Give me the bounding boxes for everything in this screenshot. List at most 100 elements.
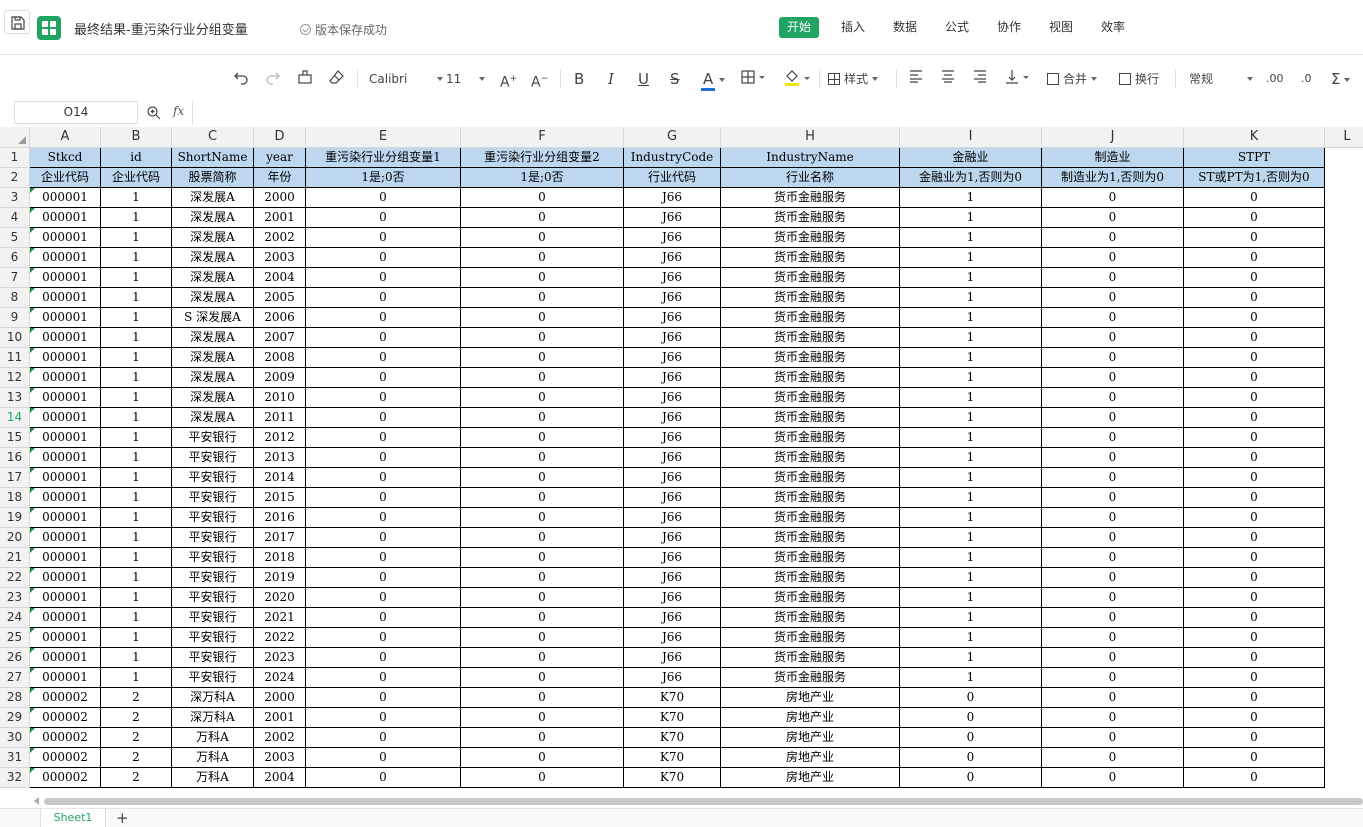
table-cell[interactable]: 0 [1042, 408, 1184, 428]
table-cell[interactable]: J66 [624, 628, 721, 648]
table-cell[interactable]: 2022 [254, 628, 306, 648]
table-cell[interactable]: 0 [1042, 188, 1184, 208]
horizontal-scrollbar[interactable] [34, 796, 1363, 806]
table-cell[interactable]: 0 [306, 408, 461, 428]
table-cell[interactable]: 2 [101, 768, 172, 788]
table-cell[interactable]: 1 [900, 668, 1042, 688]
table-cell[interactable]: 000001 [30, 648, 101, 668]
table-cell[interactable]: 0 [461, 488, 624, 508]
table-cell[interactable]: 000001 [30, 488, 101, 508]
table-cell[interactable]: 0 [461, 268, 624, 288]
table-cell[interactable]: J66 [624, 508, 721, 528]
table-cell[interactable]: 平安银行 [172, 668, 254, 688]
zoom-icon[interactable] [146, 105, 162, 125]
table-cell[interactable]: 0 [1042, 208, 1184, 228]
table-cell[interactable]: 房地产业 [721, 708, 900, 728]
row-header[interactable]: 25 [0, 628, 30, 648]
table-cell[interactable]: 1 [900, 608, 1042, 628]
table-cell[interactable]: 平安银行 [172, 568, 254, 588]
table-cell[interactable]: 1 [900, 628, 1042, 648]
header-cell[interactable]: IndustryCode [624, 148, 721, 168]
table-cell[interactable]: 000001 [30, 408, 101, 428]
table-cell[interactable]: 货币金融服务 [721, 488, 900, 508]
table-cell[interactable]: 货币金融服务 [721, 228, 900, 248]
row-header[interactable]: 23 [0, 588, 30, 608]
save-button[interactable] [4, 10, 30, 34]
table-cell[interactable]: 平安银行 [172, 508, 254, 528]
table-cell[interactable]: 1 [900, 428, 1042, 448]
table-cell[interactable]: 2020 [254, 588, 306, 608]
table-cell[interactable]: 0 [1184, 488, 1325, 508]
header-cell[interactable]: 股票简称 [172, 168, 254, 188]
row-header[interactable]: 22 [0, 568, 30, 588]
table-cell[interactable]: 0 [1042, 368, 1184, 388]
table-cell[interactable]: 0 [1042, 588, 1184, 608]
table-cell[interactable]: 1 [101, 468, 172, 488]
table-cell[interactable]: 0 [1042, 448, 1184, 468]
header-cell[interactable]: ShortName [172, 148, 254, 168]
table-cell[interactable]: J66 [624, 268, 721, 288]
table-cell[interactable]: 000001 [30, 348, 101, 368]
redo-icon[interactable] [265, 69, 281, 89]
table-cell[interactable]: 0 [461, 328, 624, 348]
table-cell[interactable]: J66 [624, 468, 721, 488]
table-cell[interactable]: 平安银行 [172, 548, 254, 568]
table-cell[interactable]: 0 [1184, 528, 1325, 548]
table-cell[interactable]: 0 [461, 388, 624, 408]
table-cell[interactable]: 货币金融服务 [721, 408, 900, 428]
table-cell[interactable]: 0 [461, 648, 624, 668]
table-cell[interactable]: 0 [1042, 488, 1184, 508]
table-cell[interactable]: 深发展A [172, 388, 254, 408]
table-cell[interactable]: 货币金融服务 [721, 248, 900, 268]
row-header[interactable]: 6 [0, 248, 30, 268]
table-cell[interactable]: J66 [624, 568, 721, 588]
header-cell[interactable]: IndustryName [721, 148, 900, 168]
table-cell[interactable]: 2 [101, 688, 172, 708]
table-cell[interactable]: 1 [900, 188, 1042, 208]
table-cell[interactable]: 2015 [254, 488, 306, 508]
table-cell[interactable]: 2003 [254, 248, 306, 268]
table-cell[interactable]: 0 [1184, 588, 1325, 608]
table-cell[interactable]: J66 [624, 588, 721, 608]
table-cell[interactable]: 平安银行 [172, 488, 254, 508]
table-cell[interactable]: 0 [1042, 608, 1184, 628]
table-cell[interactable]: 000001 [30, 448, 101, 468]
table-cell[interactable]: 0 [461, 208, 624, 228]
italic-icon[interactable]: I [608, 69, 614, 89]
table-cell[interactable]: 2019 [254, 568, 306, 588]
table-cell[interactable]: 货币金融服务 [721, 308, 900, 328]
table-cell[interactable]: J66 [624, 608, 721, 628]
bold-icon[interactable]: B [574, 69, 584, 89]
table-cell[interactable]: K70 [624, 688, 721, 708]
font-size-decrease-icon[interactable]: A− [531, 69, 548, 91]
table-cell[interactable]: 0 [306, 688, 461, 708]
table-cell[interactable]: 万科A [172, 748, 254, 768]
table-cell[interactable]: 深发展A [172, 368, 254, 388]
table-cell[interactable]: 000001 [30, 568, 101, 588]
column-header[interactable]: J [1042, 127, 1184, 148]
table-cell[interactable]: 2010 [254, 388, 306, 408]
header-cell[interactable]: 金融业 [900, 148, 1042, 168]
table-cell[interactable]: 000001 [30, 388, 101, 408]
table-cell[interactable]: J66 [624, 188, 721, 208]
border-icon[interactable] [741, 69, 767, 89]
menu-insert[interactable]: 插入 [833, 17, 873, 38]
table-cell[interactable]: 1 [101, 428, 172, 448]
font-name-select[interactable]: Calibri [369, 69, 444, 89]
table-cell[interactable]: 0 [900, 728, 1042, 748]
undo-icon[interactable] [233, 69, 249, 89]
table-cell[interactable]: J66 [624, 528, 721, 548]
table-cell[interactable]: 1 [900, 348, 1042, 368]
header-cell[interactable]: year [254, 148, 306, 168]
wrap-button[interactable]: 换行 [1119, 69, 1159, 89]
row-header[interactable]: 2 [0, 168, 30, 188]
table-cell[interactable]: 0 [306, 708, 461, 728]
table-cell[interactable]: 深发展A [172, 288, 254, 308]
header-cell[interactable]: id [101, 148, 172, 168]
fx-icon[interactable]: fx [173, 104, 184, 118]
table-cell[interactable]: K70 [624, 728, 721, 748]
table-cell[interactable]: 0 [1042, 228, 1184, 248]
table-cell[interactable]: 0 [1184, 368, 1325, 388]
table-cell[interactable]: 0 [1184, 708, 1325, 728]
row-header[interactable]: 29 [0, 708, 30, 728]
